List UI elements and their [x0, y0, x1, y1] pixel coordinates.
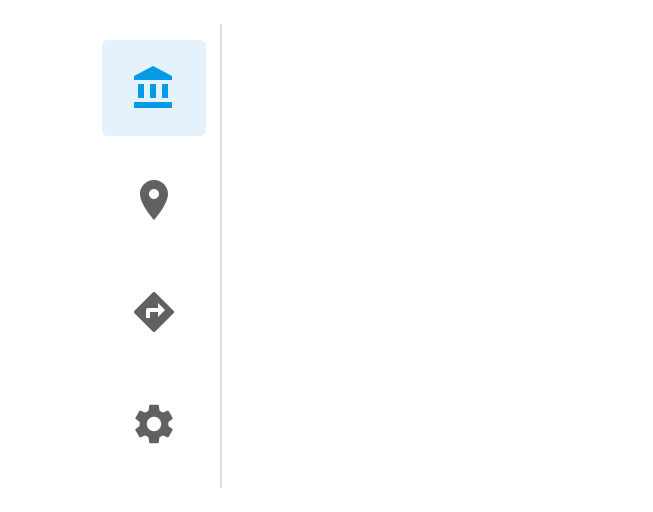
account-balance-icon: [130, 64, 178, 112]
location-pin-icon: [130, 176, 178, 224]
nav-item-directions[interactable]: [102, 264, 206, 360]
settings-gear-icon: [130, 400, 178, 448]
nav-item-place[interactable]: [102, 152, 206, 248]
directions-icon: [130, 288, 178, 336]
app-window: [0, 0, 653, 512]
nav-item-settings[interactable]: [102, 376, 206, 472]
main-content-area: [222, 24, 653, 488]
nav-item-institution[interactable]: [102, 40, 206, 136]
